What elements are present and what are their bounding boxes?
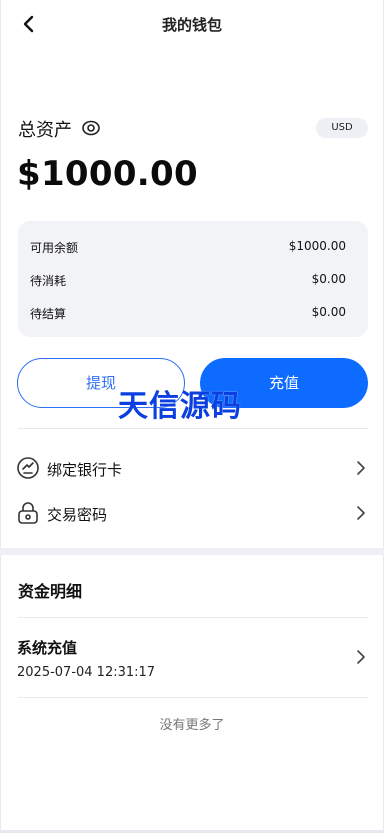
summary-label: 待结算 bbox=[30, 307, 67, 321]
record-time: 2025-07-04 12:31:17 bbox=[17, 665, 156, 680]
navbar: 我的钱包 bbox=[0, 0, 384, 50]
record-title: 系统充值 bbox=[17, 639, 78, 657]
chevron-right-icon bbox=[356, 505, 366, 521]
summary-row-available: 可用余额 $1000.00 bbox=[30, 239, 346, 259]
menu-item-trade-password[interactable]: 交易密码 bbox=[16, 497, 368, 531]
divider bbox=[18, 697, 368, 698]
page-title: 我的钱包 bbox=[161, 16, 222, 34]
summary-value: $0.00 bbox=[311, 272, 346, 286]
chevron-right-icon bbox=[356, 649, 366, 665]
menu-item-bind-bank-card[interactable]: 绑定银行卡 bbox=[16, 452, 368, 486]
summary-value: $0.00 bbox=[311, 305, 346, 319]
menu-item-label: 绑定银行卡 bbox=[47, 461, 123, 479]
no-more-text: 没有更多了 bbox=[159, 718, 225, 733]
fund-details-title: 资金明细 bbox=[18, 582, 83, 601]
menu-item-label: 交易密码 bbox=[47, 506, 108, 524]
eye-icon[interactable] bbox=[81, 118, 101, 138]
fund-record-item[interactable]: 系统充值 2025-07-04 12:31:17 bbox=[17, 632, 368, 688]
bank-card-icon bbox=[16, 456, 40, 480]
summary-row-pending-settle: 待结算 $0.00 bbox=[30, 305, 346, 325]
summary-row-pending-consume: 待消耗 $0.00 bbox=[30, 272, 346, 292]
total-assets-row: 总资产 USD bbox=[18, 116, 368, 141]
section-separator bbox=[0, 548, 384, 555]
total-balance: $1000.00 bbox=[17, 154, 198, 194]
summary-label: 可用余额 bbox=[30, 241, 79, 255]
watermark-text: 天信源码 bbox=[118, 389, 242, 424]
currency-selector[interactable]: USD bbox=[316, 118, 368, 138]
divider bbox=[18, 617, 368, 618]
summary-label: 待消耗 bbox=[30, 274, 67, 288]
chevron-right-icon bbox=[356, 460, 366, 476]
divider bbox=[18, 428, 368, 429]
total-assets-label: 总资产 bbox=[18, 120, 72, 141]
lock-icon bbox=[16, 501, 40, 525]
summary-value: $1000.00 bbox=[288, 239, 346, 253]
balance-summary-card: 可用余额 $1000.00 待消耗 $0.00 待结算 $0.00 bbox=[18, 221, 368, 337]
